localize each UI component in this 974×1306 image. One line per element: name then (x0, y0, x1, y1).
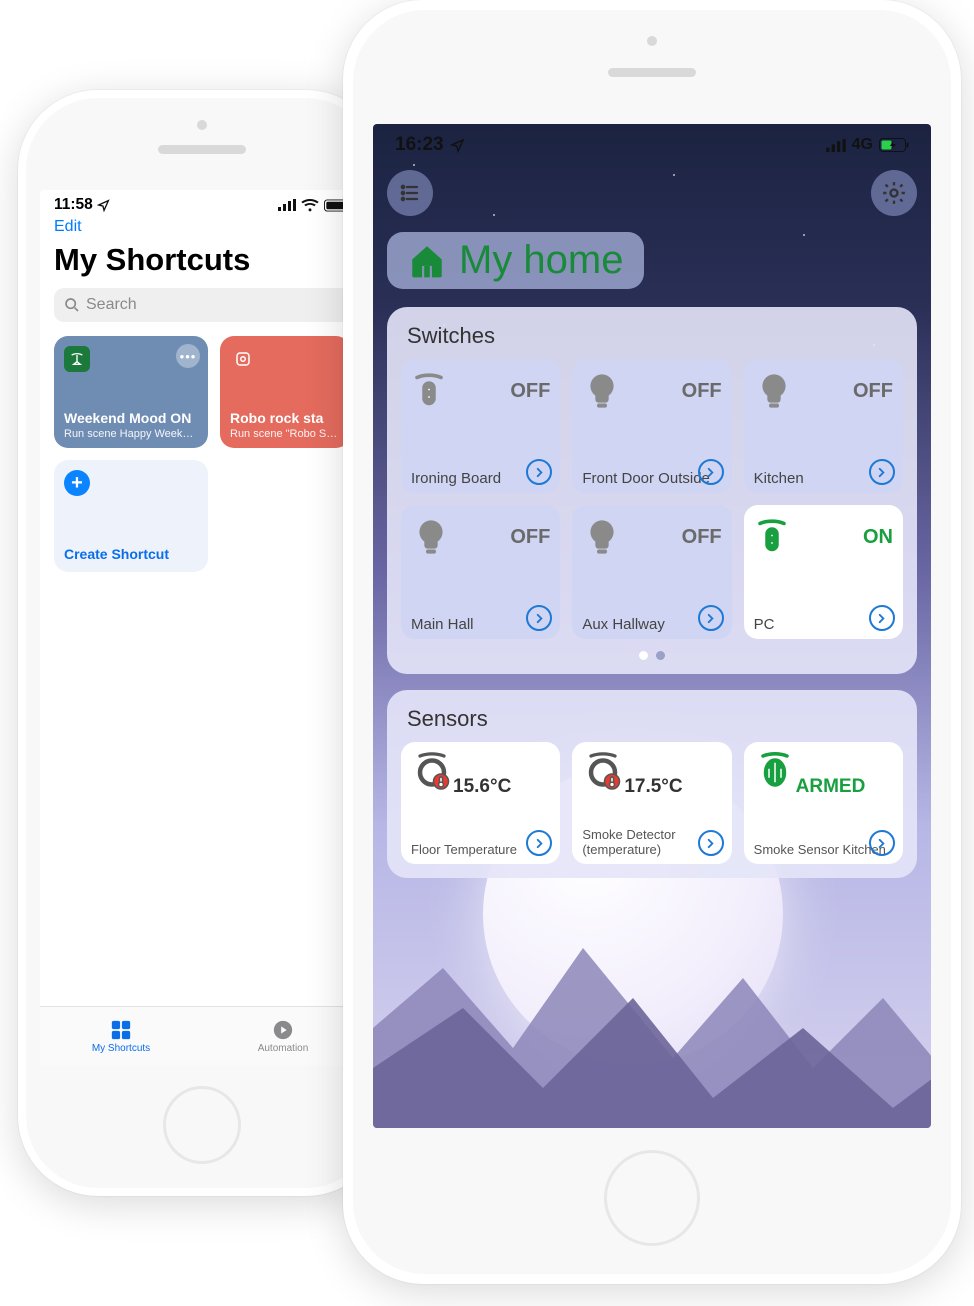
status-time: 16:23 (395, 134, 444, 156)
status-time: 11:58 (54, 196, 93, 214)
sensor-value: ARMED (796, 776, 866, 797)
home-button-front[interactable] (604, 1150, 700, 1246)
chevron-right-icon[interactable] (869, 459, 895, 485)
tab-my-shortcuts[interactable]: My Shortcuts (40, 1007, 202, 1066)
phone-back: 11:58 Edit My Shortcuts Search ••• W (18, 90, 386, 1196)
switch-tile[interactable]: OFFAux Hallway (572, 505, 731, 639)
status-bar-back: 11:58 (40, 190, 364, 214)
chevron-right-icon[interactable] (869, 605, 895, 631)
tab-label: My Shortcuts (92, 1043, 150, 1054)
switch-tile[interactable]: OFFKitchen (744, 359, 903, 493)
grid-icon (110, 1019, 132, 1041)
home-title: My home (459, 238, 624, 283)
shortcut-more-icon[interactable]: ••• (176, 344, 200, 368)
home-selector[interactable]: My home (387, 232, 644, 289)
settings-button[interactable] (871, 170, 917, 216)
switches-panel-title: Switches (401, 321, 903, 359)
switch-state: OFF (682, 380, 722, 403)
switch-state: OFF (853, 380, 893, 403)
cellular-icon (278, 199, 296, 211)
page-dot (639, 651, 648, 660)
sensors-panel-title: Sensors (401, 704, 903, 742)
shortcut-card-weekend-mood[interactable]: ••• Weekend Mood ON Run scene Happy Week… (54, 336, 208, 448)
smart-plug-icon (411, 367, 447, 415)
smarthome-screen: 16:23 4G My home Switches OFFIronin (373, 124, 931, 1128)
sensor-value: 15.6°C (453, 776, 511, 797)
cellular-icon (826, 139, 846, 152)
chevron-right-icon[interactable] (698, 605, 724, 631)
smart-plug-icon (754, 513, 790, 561)
location-icon (450, 138, 465, 153)
page-title: My Shortcuts (40, 240, 364, 288)
sensor-value: 17.5°C (624, 776, 682, 797)
search-placeholder: Search (86, 296, 137, 314)
shortcut-app-icon (230, 346, 256, 372)
light-bulb-icon (754, 367, 794, 415)
location-icon (97, 199, 110, 212)
temperature-sensor-icon (582, 750, 624, 792)
create-shortcut-label: Create Shortcut (64, 546, 198, 562)
switch-state: OFF (682, 526, 722, 549)
shortcut-subtitle: Run scene "Robo Start cleaning" (230, 428, 340, 440)
list-icon (398, 181, 422, 205)
search-input[interactable]: Search (54, 288, 350, 322)
light-bulb-icon (411, 513, 451, 561)
chevron-right-icon[interactable] (698, 459, 724, 485)
shortcut-title: Robo rock sta (230, 410, 340, 426)
tab-automation[interactable]: Automation (202, 1007, 364, 1066)
network-label: 4G (852, 136, 873, 154)
switch-tile[interactable]: OFFFront Door Outside (572, 359, 731, 493)
switch-tile[interactable]: OFFIroning Board (401, 359, 560, 493)
create-shortcut-button[interactable]: + Create Shortcut (54, 460, 208, 572)
automation-icon (272, 1019, 294, 1041)
shortcut-card-robo-rock[interactable]: Robo rock sta Run scene "Robo Start clea… (220, 336, 350, 448)
temperature-sensor-icon (411, 750, 453, 792)
light-bulb-icon (582, 513, 622, 561)
shortcut-app-icon (64, 346, 90, 372)
shortcuts-screen: 11:58 Edit My Shortcuts Search ••• W (40, 190, 364, 1066)
status-bar-front: 16:23 4G (373, 124, 931, 156)
tab-bar: My Shortcuts Automation (40, 1006, 364, 1066)
wifi-icon (301, 199, 319, 212)
edit-button[interactable]: Edit (40, 214, 364, 240)
chevron-right-icon[interactable] (698, 830, 724, 856)
page-indicator (401, 639, 903, 662)
gear-icon (881, 180, 907, 206)
switch-state: OFF (510, 380, 550, 403)
switch-state: OFF (510, 526, 550, 549)
tab-label: Automation (258, 1043, 309, 1054)
switches-panel: Switches OFFIroning BoardOFFFront Door O… (387, 307, 917, 674)
phone-front: 16:23 4G My home Switches OFFIronin (343, 0, 961, 1284)
sensor-tile[interactable]: 15.6°CFloor Temperature (401, 742, 560, 864)
sensor-tile[interactable]: 17.5°CSmoke Detector (temperature) (572, 742, 731, 864)
home-button-back[interactable] (163, 1086, 241, 1164)
chevron-right-icon[interactable] (869, 830, 895, 856)
home-icon (407, 243, 447, 279)
search-icon (64, 297, 80, 313)
sensors-panel: Sensors 15.6°CFloor Temperature17.5°CSmo… (387, 690, 917, 878)
switch-tile[interactable]: OFFMain Hall (401, 505, 560, 639)
battery-icon (879, 138, 909, 152)
page-dot (656, 651, 665, 660)
plus-icon: + (64, 470, 90, 496)
sensor-tile[interactable]: ARMEDSmoke Sensor Kitchen (744, 742, 903, 864)
menu-button[interactable] (387, 170, 433, 216)
alarm-sensor-icon (754, 750, 796, 792)
switch-state: ON (863, 526, 893, 549)
light-bulb-icon (582, 367, 622, 415)
shortcut-subtitle: Run scene Happy Weekend (64, 428, 198, 440)
switch-tile[interactable]: ONPC (744, 505, 903, 639)
shortcut-title: Weekend Mood ON (64, 410, 198, 426)
